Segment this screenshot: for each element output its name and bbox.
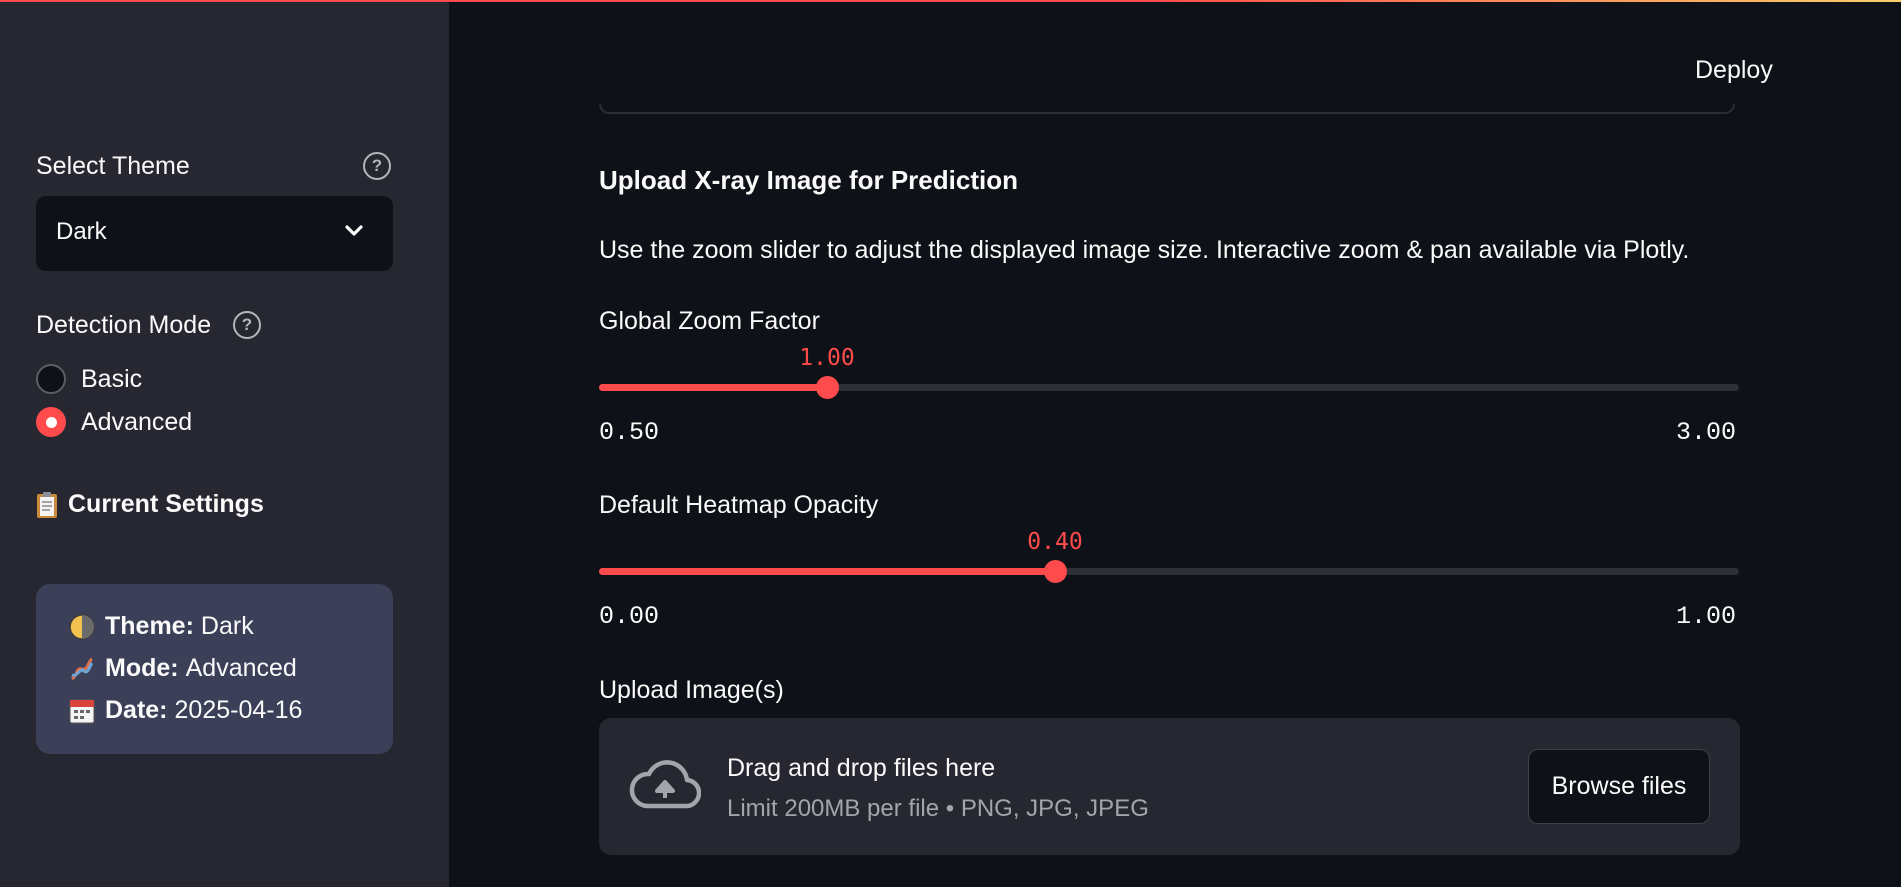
opacity-slider-thumb[interactable]: [1044, 560, 1067, 583]
detection-mode-label: Detection Mode: [36, 311, 212, 339]
opacity-slider-value: 0.40: [1027, 529, 1083, 555]
dna-icon: [71, 657, 94, 680]
sidebar: Select Theme ? Dark Detection Mode ? Bas…: [0, 0, 449, 887]
zoom-slider-label: Global Zoom Factor: [599, 307, 820, 335]
upload-heading: Upload X-ray Image for Prediction: [599, 165, 1018, 195]
current-settings-title: Current Settings: [68, 490, 264, 518]
theme-label: Select Theme: [36, 152, 190, 180]
file-dropzone[interactable]: Drag and drop files here Limit 200MB per…: [599, 718, 1740, 855]
zoom-slider-thumb[interactable]: [816, 376, 839, 399]
zoom-slider-fill: [599, 384, 827, 391]
chevron-down-icon: [345, 225, 363, 236]
settings-date-value: 2025-04-16: [174, 696, 303, 724]
settings-mode-row: Mode: Advanced: [68, 654, 297, 683]
cloud-upload-icon: [629, 760, 701, 809]
radio-advanced-label: Advanced: [81, 407, 193, 436]
settings-theme-key: Theme:: [105, 612, 194, 640]
zoom-slider-track[interactable]: [599, 376, 1739, 399]
current-settings-heading: Current Settings: [36, 490, 264, 519]
settings-mode-key: Mode:: [105, 654, 179, 682]
browse-files-button[interactable]: Browse files: [1528, 749, 1710, 824]
theme-select[interactable]: Dark: [36, 196, 393, 271]
settings-theme-value: Dark: [200, 612, 254, 640]
settings-date-key: Date:: [105, 696, 168, 724]
deploy-button[interactable]: Deploy: [1695, 56, 1773, 85]
theme-select-value: Dark: [56, 218, 107, 245]
settings-theme-row: Theme: Dark: [68, 612, 254, 641]
settings-summary-box: Theme: Dark Mode: Advanced Date: 2025-04…: [36, 584, 393, 754]
radio-advanced[interactable]: Advanced: [36, 406, 192, 438]
clipboard-icon: [37, 491, 57, 518]
opacity-slider-label: Default Heatmap Opacity: [599, 491, 879, 519]
opacity-slider-track[interactable]: [599, 560, 1739, 583]
theme-help-icon[interactable]: ?: [363, 152, 391, 180]
mode-help-icon[interactable]: ?: [233, 311, 261, 339]
zoom-slider-max: 3.00: [1676, 418, 1737, 447]
settings-mode-value: Advanced: [185, 654, 297, 682]
description-text: Use the zoom slider to adjust the displa…: [599, 236, 1690, 264]
top-decoration-line: [0, 0, 1901, 2]
previous-section-border: [599, 104, 1735, 114]
radio-basic[interactable]: Basic: [36, 363, 142, 395]
zoom-slider-min: 0.50: [599, 418, 660, 447]
opacity-slider-min: 0.00: [599, 602, 660, 631]
zoom-slider-value: 1.00: [799, 345, 855, 371]
opacity-slider-fill: [599, 568, 1055, 575]
dropzone-limits: Limit 200MB per file • PNG, JPG, JPEG: [727, 795, 1149, 822]
calendar-icon: [69, 699, 95, 723]
settings-date-row: Date: 2025-04-16: [68, 696, 302, 725]
radio-advanced-indicator[interactable]: [36, 407, 66, 437]
radio-basic-indicator[interactable]: [36, 364, 66, 394]
radio-basic-label: Basic: [81, 364, 143, 393]
moon-icon: [69, 613, 95, 640]
opacity-slider-max: 1.00: [1676, 602, 1737, 631]
uploader-label: Upload Image(s): [599, 676, 784, 704]
dropzone-title: Drag and drop files here: [727, 754, 996, 782]
